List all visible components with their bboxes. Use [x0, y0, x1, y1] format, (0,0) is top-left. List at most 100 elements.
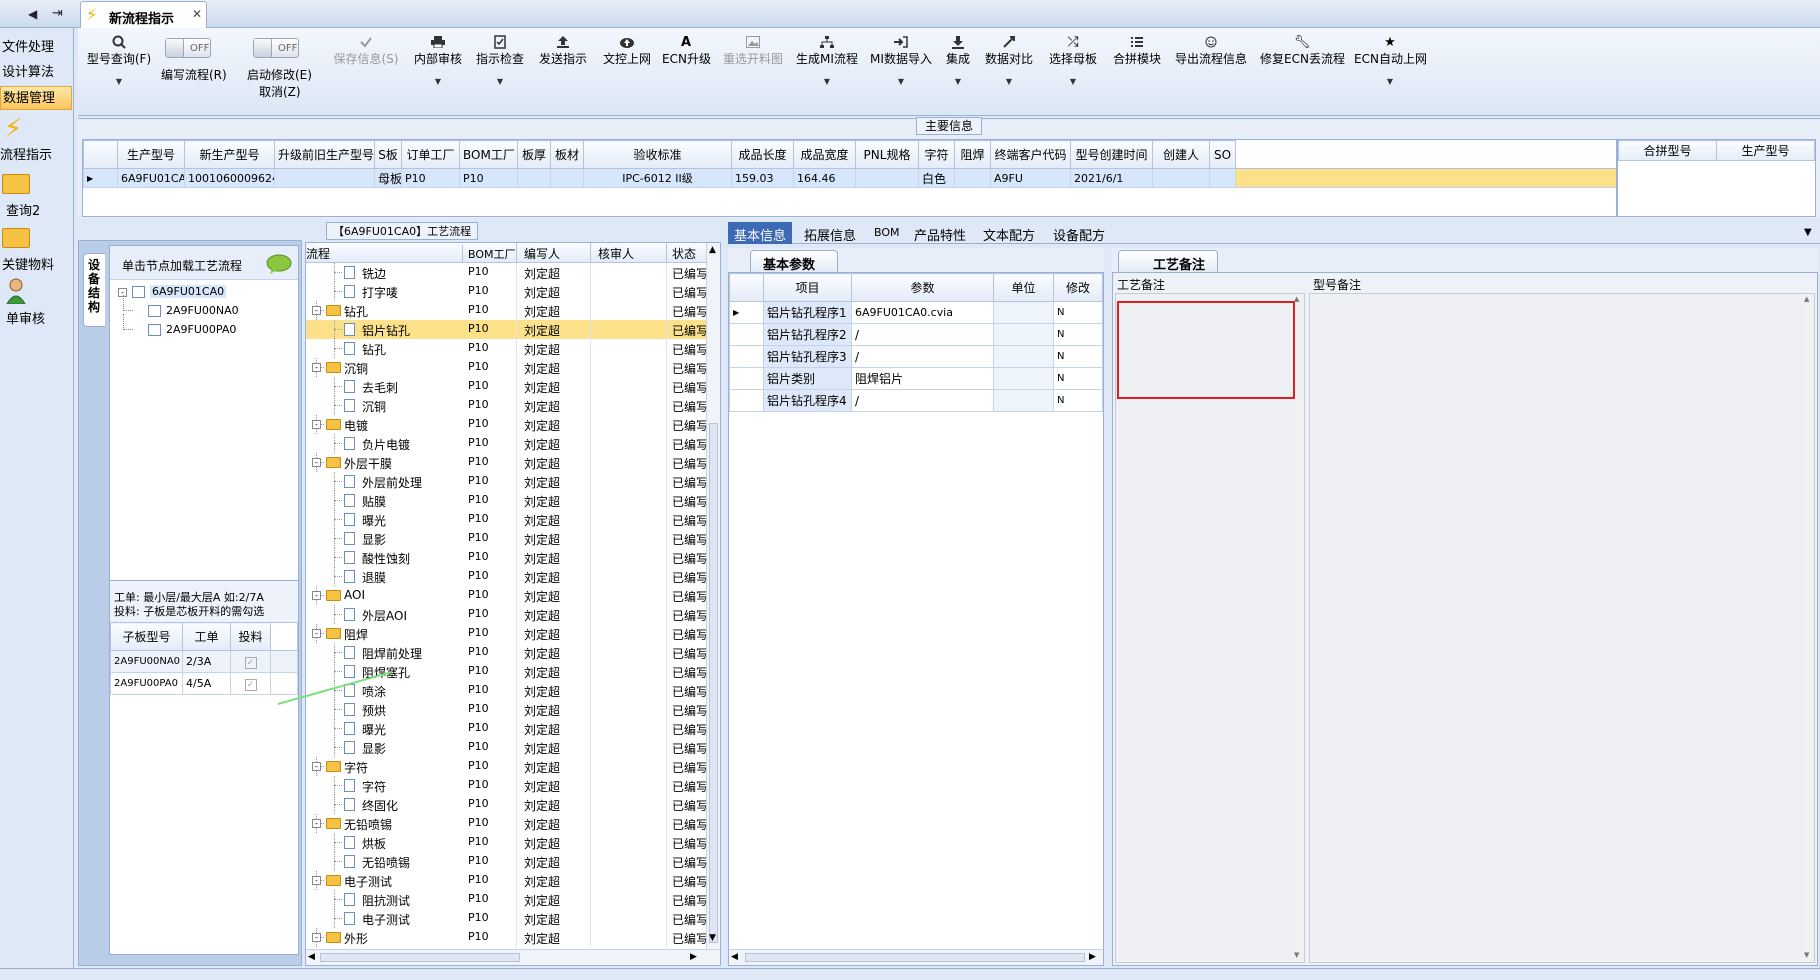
chevron-down-icon[interactable]: ▼	[1046, 77, 1100, 86]
collapse-icon[interactable]: -	[312, 591, 321, 600]
column-header[interactable]: 生产型号	[117, 140, 185, 169]
nav-back-button[interactable]: ◀	[28, 7, 37, 21]
process-row[interactable]: - 字符 P10 刘定超 已编写	[306, 757, 706, 776]
column-header[interactable]: 合拼型号	[1618, 140, 1717, 161]
integrate-button[interactable]: 集成 ▼	[942, 34, 974, 86]
column-header[interactable]: BOM工厂	[459, 140, 518, 169]
close-icon[interactable]: ✕	[192, 7, 202, 21]
process-vscrollbar[interactable]: ▲ ▼	[706, 243, 720, 949]
column-header[interactable]: 核审人	[598, 245, 634, 262]
generate-mi-process-button[interactable]: 生成MI流程 ▼	[794, 34, 860, 86]
column-header[interactable]: 订单工厂	[401, 140, 460, 169]
cell[interactable]: 159.03	[731, 168, 794, 188]
cell[interactable]: 10010600096243	[184, 168, 275, 188]
table-row[interactable]: 铝片钻孔程序3 / N	[729, 345, 1103, 368]
params-hscrollbar[interactable]: ◀ ▶	[729, 949, 1103, 965]
process-row[interactable]: 曝光 P10 刘定超 已编写	[306, 719, 706, 738]
process-row[interactable]: 贴膜 P10 刘定超 已编写	[306, 491, 706, 510]
column-header[interactable]: 流程	[306, 245, 463, 262]
collapse-icon[interactable]: -	[312, 420, 321, 429]
column-header[interactable]: 终端客户代码	[990, 140, 1071, 169]
column-header[interactable]: 生产型号	[1716, 140, 1815, 161]
right-vertical-splitter[interactable]	[1104, 248, 1112, 966]
cell[interactable]	[517, 168, 551, 188]
cell[interactable]	[993, 323, 1054, 346]
column-header[interactable]: 编写人	[524, 245, 560, 262]
export-process-info-button[interactable]: 导出流程信息	[1172, 34, 1250, 67]
cell[interactable]	[1152, 168, 1210, 188]
tab-device-recipe[interactable]: 设备配方	[1053, 225, 1105, 244]
column-header[interactable]: SO	[1209, 140, 1236, 169]
cell[interactable]: N	[1053, 367, 1103, 390]
repair-ecn-process-button[interactable]: 🔧︎ 修复ECN丢流程	[1260, 34, 1345, 67]
cell[interactable]: A9FU	[990, 168, 1071, 188]
cell[interactable]: 铝片钻孔程序2	[763, 323, 852, 346]
cell[interactable]	[993, 301, 1054, 324]
process-row[interactable]: - 外形 P10 刘定超 已编写	[306, 928, 706, 947]
enable-edit-toggle[interactable]: OFF	[253, 38, 299, 58]
scroll-down-icon[interactable]: ▼	[1804, 951, 1809, 959]
doc-control-online-button[interactable]: 文控上网	[600, 34, 654, 67]
cell[interactable]: N	[1053, 345, 1103, 368]
model-note-textarea[interactable]	[1309, 293, 1815, 963]
process-row[interactable]: 终固化 P10 刘定超 已编写	[306, 795, 706, 814]
nav-key-material[interactable]: 关键物料	[0, 224, 72, 273]
send-instruction-button[interactable]: 发送指示	[536, 34, 590, 67]
tab-process-notes[interactable]: 工艺备注	[1118, 250, 1218, 273]
column-header[interactable]: 新生产型号	[184, 140, 275, 169]
chevron-down-icon[interactable]: ▼	[794, 77, 860, 86]
nav-design-algorithm[interactable]: 设计算法	[0, 61, 72, 85]
process-row[interactable]: 去毛刺 P10 刘定超 已编写	[306, 377, 706, 396]
chevron-down-icon[interactable]: ▼	[474, 77, 526, 86]
process-row[interactable]: 阻抗测试 P10 刘定超 已编写	[306, 890, 706, 909]
cell[interactable]: 铝片类别	[763, 367, 852, 390]
ecn-upgrade-button[interactable]: A ECN升级	[662, 34, 711, 67]
cell[interactable]: 铝片钻孔程序4	[763, 389, 852, 412]
collapse-icon[interactable]: -	[312, 933, 321, 942]
process-row[interactable]: 打字唛 P10 刘定超 已编写	[306, 282, 706, 301]
cell[interactable]: /	[851, 345, 994, 368]
column-header[interactable]: 字符	[918, 140, 955, 169]
collapse-icon[interactable]: -	[312, 819, 321, 828]
process-row[interactable]: 铣边 P10 刘定超 已编写	[306, 263, 706, 282]
doc-tab[interactable]: ⚡ 新流程指示 ✕	[80, 1, 207, 28]
chevron-down-icon[interactable]: ▼	[982, 77, 1036, 86]
column-header[interactable]: 成品宽度	[793, 140, 856, 169]
cell[interactable]: /	[851, 389, 994, 412]
instruction-check-button[interactable]: 指示检查 ▼	[474, 34, 526, 86]
process-row[interactable]: - 电子测试 P10 刘定超 已编写	[306, 871, 706, 890]
data-compare-button[interactable]: 数据对比 ▼	[982, 34, 1036, 86]
scroll-down-icon[interactable]: ▼	[1294, 951, 1299, 959]
cell[interactable]: 阻焊铝片	[851, 367, 994, 390]
collapse-icon[interactable]: -	[312, 458, 321, 467]
scroll-down-icon[interactable]: ▼	[709, 933, 716, 943]
column-header[interactable]: 项目	[763, 273, 852, 302]
nav-order-review[interactable]: 单审核	[0, 278, 72, 327]
collapse-icon[interactable]: -	[312, 629, 321, 638]
column-header[interactable]: 工单	[182, 622, 231, 651]
cell[interactable]: 2/3A	[182, 650, 231, 673]
process-row[interactable]: - 外层干膜 P10 刘定超 已编写	[306, 453, 706, 472]
tab-basic-info[interactable]: 基本信息	[728, 222, 792, 244]
cell[interactable]: 2021/6/1	[1070, 168, 1153, 188]
process-row[interactable]: 字符 P10 刘定超 已编写	[306, 776, 706, 795]
table-row[interactable]: ▶ 6A9FU01CA0 10010600096243 母板 P10 P10 I…	[83, 168, 1616, 188]
column-header[interactable]: 板厚	[517, 140, 551, 169]
cell[interactable]	[274, 168, 375, 188]
column-header[interactable]: 投料	[230, 622, 271, 651]
process-row[interactable]: 无铅喷锡 P10 刘定超 已编写	[306, 852, 706, 871]
save-info-button[interactable]: 保存信息(S)	[332, 34, 400, 67]
cell[interactable]: N	[1053, 389, 1103, 412]
cell[interactable]: 2A9FU00NA0	[110, 650, 183, 673]
cell[interactable]	[993, 367, 1054, 390]
scroll-right-icon[interactable]: ▶	[690, 952, 697, 962]
table-row[interactable]: 铝片钻孔程序2 / N	[729, 323, 1103, 346]
process-row[interactable]: 电子测试 P10 刘定超 已编写	[306, 909, 706, 928]
cell[interactable]: N	[1053, 301, 1103, 324]
checkbox[interactable]: ✓	[230, 672, 271, 695]
tab-bom[interactable]: BOM	[874, 226, 900, 239]
column-header[interactable]: 子板型号	[110, 622, 183, 651]
column-header[interactable]: 板材	[550, 140, 584, 169]
cell[interactable]	[855, 168, 919, 188]
mi-data-import-button[interactable]: MI数据导入 ▼	[870, 34, 932, 86]
